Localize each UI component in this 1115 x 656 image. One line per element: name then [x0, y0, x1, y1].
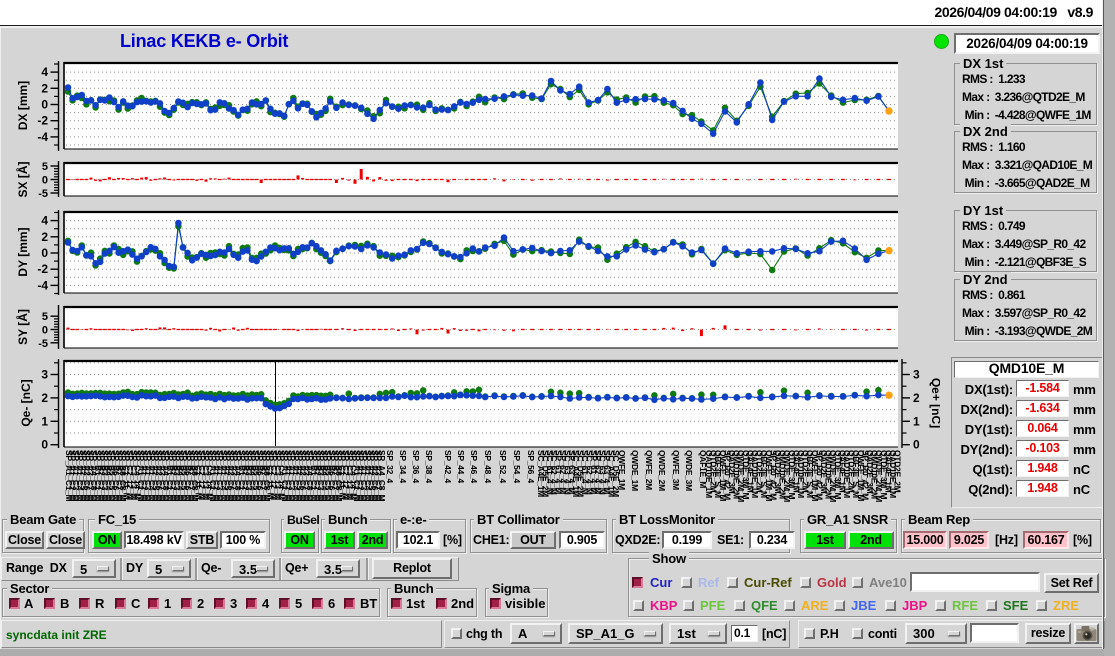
svg-text:DY [mm]: DY [mm] — [16, 227, 30, 276]
svg-text:-2: -2 — [37, 262, 48, 276]
svg-text:SP_32_4: SP_32_4 — [385, 450, 395, 483]
svg-text:2: 2 — [41, 230, 48, 244]
svg-text:1: 1 — [913, 414, 920, 428]
svg-text:Qe+ [nC]: Qe+ [nC] — [929, 378, 940, 428]
svg-text:SP_48_4: SP_48_4 — [483, 450, 493, 483]
svg-text:0: 0 — [42, 325, 48, 337]
svg-text:-5: -5 — [38, 338, 48, 350]
svg-text:Qe- [nC]: Qe- [nC] — [19, 379, 33, 426]
svg-text:QWFE_1M: QWFE_1M — [617, 450, 627, 490]
svg-text:3: 3 — [913, 368, 920, 382]
svg-text:QWFE_2M: QWFE_2M — [644, 450, 654, 490]
svg-text:2: 2 — [41, 81, 48, 95]
svg-text:QTD2E_2M: QTD2E_2M — [893, 450, 903, 493]
svg-text:-5: -5 — [38, 188, 48, 200]
svg-text:QWDE_2M: QWDE_2M — [657, 450, 667, 491]
svg-text:0: 0 — [42, 175, 48, 187]
svg-text:QWDE_3M: QWDE_3M — [684, 450, 694, 491]
svg-text:-2: -2 — [37, 114, 48, 128]
svg-text:SP_44_4: SP_44_4 — [456, 450, 466, 483]
svg-text:DX [mm]: DX [mm] — [16, 81, 30, 130]
svg-text:4: 4 — [41, 214, 48, 228]
svg-text:-4: -4 — [37, 278, 48, 292]
svg-text:0: 0 — [41, 438, 48, 452]
svg-text:5: 5 — [42, 161, 48, 173]
svg-text:-4: -4 — [37, 130, 48, 144]
svg-text:1: 1 — [41, 414, 48, 428]
svg-text:SP_42_4: SP_42_4 — [443, 450, 453, 483]
svg-text:0: 0 — [913, 438, 920, 452]
svg-text:SX [Å]: SX [Å] — [15, 161, 30, 197]
svg-text:2: 2 — [41, 391, 48, 405]
svg-text:SP_54_4: SP_54_4 — [512, 450, 522, 483]
svg-text:SP_46_4: SP_46_4 — [469, 450, 479, 483]
svg-text:SP_38_4: SP_38_4 — [424, 450, 434, 483]
svg-text:4: 4 — [41, 65, 48, 79]
svg-text:0: 0 — [41, 246, 48, 260]
svg-text:3: 3 — [41, 368, 48, 382]
svg-text:SP_52_4: SP_52_4 — [498, 450, 508, 483]
svg-text:SP_34_4: SP_34_4 — [398, 450, 408, 483]
svg-text:0: 0 — [41, 98, 48, 112]
svg-text:SP_56_4: SP_56_4 — [526, 450, 536, 483]
svg-text:SP_36_4: SP_36_4 — [411, 450, 421, 483]
svg-text:QWDE_1M: QWDE_1M — [630, 450, 640, 491]
svg-text:QWFE_3M: QWFE_3M — [671, 450, 681, 490]
svg-text:5: 5 — [42, 311, 48, 323]
svg-text:SY [Å]: SY [Å] — [15, 309, 30, 345]
svg-text:2: 2 — [913, 391, 920, 405]
